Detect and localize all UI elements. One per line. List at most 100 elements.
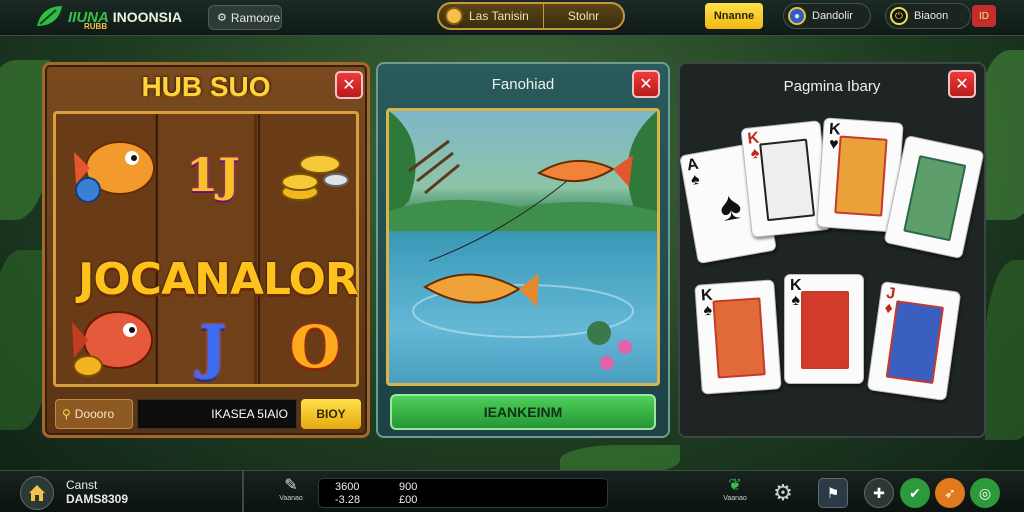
card-suit: ♠ — [749, 144, 761, 163]
tab-right[interactable]: Stolnr — [544, 9, 623, 23]
globe-icon: ● — [788, 7, 806, 25]
register-label: Nnanne — [713, 10, 755, 22]
logo-subtitle: RUBB — [84, 22, 108, 31]
slot-close-button[interactable]: ✕ — [335, 71, 363, 99]
lightning-icon: ➶ — [944, 484, 956, 501]
card-face-art — [834, 135, 888, 217]
fishing-illustration — [389, 111, 657, 370]
stat-value: 900 — [399, 481, 418, 493]
slot-play-label: BIOY — [316, 407, 346, 421]
account-name: Canst — [66, 478, 98, 492]
tab-right-label: Stolnr — [567, 9, 600, 23]
card-suit: ♠ — [689, 170, 701, 189]
close-icon: ✕ — [955, 76, 969, 93]
account-info: Canst DAMS8309 — [66, 478, 128, 506]
slot-symbol-1j: 1J — [186, 148, 240, 202]
stat-value: -3.28 — [335, 494, 361, 506]
fish-symbol-icon — [74, 141, 155, 203]
slot-key-button[interactable]: ⚲ Doooro — [55, 399, 133, 429]
lightning-button[interactable]: ➶ — [935, 478, 965, 508]
fishing-game-panel: Fanohiad ✕ IEANKEINM — [376, 62, 670, 438]
home-button[interactable] — [20, 476, 54, 510]
card-index: K ♠ — [790, 278, 802, 309]
leaf-icon: ❦ — [728, 477, 742, 494]
logo-name: INOONSIA — [112, 8, 182, 25]
slot-controls: ⚲ Doooro IKASEA 5IAIO BIOY — [55, 399, 361, 429]
flag-button[interactable]: ID — [972, 5, 996, 27]
login-button[interactable]: ⏻ Biaoon — [885, 3, 971, 29]
card-face-art — [801, 291, 849, 369]
slot-title: HUB SUO — [141, 71, 271, 102]
flag-icon: ⚑ — [826, 484, 840, 501]
slot-game-panel: HUB SUO ✕ 1J JOCANALOR J O ⚲ Doooro IKAS… — [42, 62, 370, 438]
card-face-art — [712, 297, 766, 379]
center-tab-pill: Las Tanisin Stolnr — [437, 2, 625, 30]
slot-play-button[interactable]: BIOY — [301, 399, 361, 429]
slot-symbol-j: J — [199, 313, 227, 381]
fishing-title: Fanohiad — [491, 76, 555, 93]
stat-value: 3600 — [335, 481, 360, 493]
language-button[interactable]: ⚙ Ramoore — [208, 5, 282, 30]
promo-label: Vaanao — [723, 495, 747, 502]
cards-close-button[interactable]: ✕ — [948, 70, 976, 98]
settings-button[interactable]: ⚙ — [768, 478, 798, 508]
playing-card[interactable]: K ♠ — [694, 279, 782, 395]
power-icon: ⏻ — [890, 7, 908, 25]
red-fish-symbol-icon — [72, 311, 153, 377]
card-suit: ♦ — [883, 299, 894, 318]
chat-icon: ◎ — [978, 484, 992, 501]
card-suit: ♠ — [703, 301, 713, 320]
divider — [242, 471, 244, 512]
spade-icon: ♠ — [716, 183, 745, 231]
gold-coins-icon — [281, 154, 349, 201]
language-icon: ⚙ — [217, 12, 227, 24]
slot-key-label: Doooro — [74, 407, 115, 421]
slot-symbol-o: O — [289, 313, 341, 381]
stats-display: 3600 900 -3.28 £00 — [318, 478, 608, 508]
check-icon: ✔ — [909, 484, 921, 501]
fishing-play-label: IEANKEINM — [483, 404, 563, 420]
language-label: Ramoore — [230, 10, 281, 25]
cards-title: Pagmina Ibary — [783, 78, 881, 95]
deposit-button[interactable]: ● Dandolir — [783, 3, 871, 29]
card-suit: ♥ — [828, 135, 840, 154]
jackpot-text: JOCANALOR — [78, 254, 359, 305]
card-index: A ♠ — [685, 156, 703, 189]
bottom-bar: Canst DAMS8309 ✎ Vaanao 3600 900 -3.28 £… — [0, 470, 1024, 512]
site-logo[interactable]: IIUNA INOONSIA — [34, 4, 182, 30]
playing-card[interactable]: K ♠ — [784, 274, 864, 384]
coin-icon — [445, 7, 463, 25]
flag-label: ID — [979, 10, 989, 22]
close-icon: ✕ — [639, 76, 653, 93]
card-face-art — [903, 155, 967, 242]
register-button[interactable]: Nnanne — [705, 3, 763, 29]
chat-button[interactable]: ◎ — [970, 478, 1000, 508]
card-suit: ♠ — [791, 292, 801, 309]
gear-icon: ⚙ — [773, 480, 793, 505]
card-game-panel: Pagmina Ibary ✕ A ♠ ♠ K ♠ K ♥ K ♠ K ♠ J … — [678, 62, 986, 438]
logo-leaf-icon — [37, 6, 62, 26]
deposit-label: Dandolir — [812, 10, 853, 22]
stats-button[interactable]: ✎ Vaanao — [276, 475, 306, 509]
card-face-art — [885, 300, 945, 385]
tab-left-label: Las Tanisin — [469, 9, 529, 23]
fishing-close-button[interactable]: ✕ — [632, 70, 660, 98]
flag-nav-button[interactable]: ⚑ — [818, 478, 848, 508]
home-icon — [29, 485, 45, 501]
account-id: DAMS8309 — [66, 492, 129, 506]
login-label: Biaoon — [914, 10, 949, 22]
key-icon: ⚲ — [62, 407, 71, 421]
pen-icon: ✎ — [284, 477, 298, 494]
fishing-scene-image — [386, 108, 660, 386]
playing-card[interactable]: J ♦ — [866, 280, 962, 402]
sport-button[interactable]: ✚ — [864, 478, 894, 508]
fishing-play-button[interactable]: IEANKEINM — [390, 394, 656, 430]
tab-left[interactable]: Las Tanisin — [439, 4, 544, 28]
promo-button[interactable]: ❦ Vaanao — [718, 475, 752, 502]
card-face-art — [759, 138, 816, 222]
close-icon: ✕ — [342, 77, 356, 94]
stats-icon-label: Vaanao — [279, 495, 303, 502]
check-button[interactable]: ✔ — [900, 478, 930, 508]
slot-amount-display: IKASEA 5IAIO — [137, 399, 297, 429]
top-bar: IIUNA INOONSIA RUBB ⚙ Ramoore Las Tanisi… — [0, 0, 1024, 36]
